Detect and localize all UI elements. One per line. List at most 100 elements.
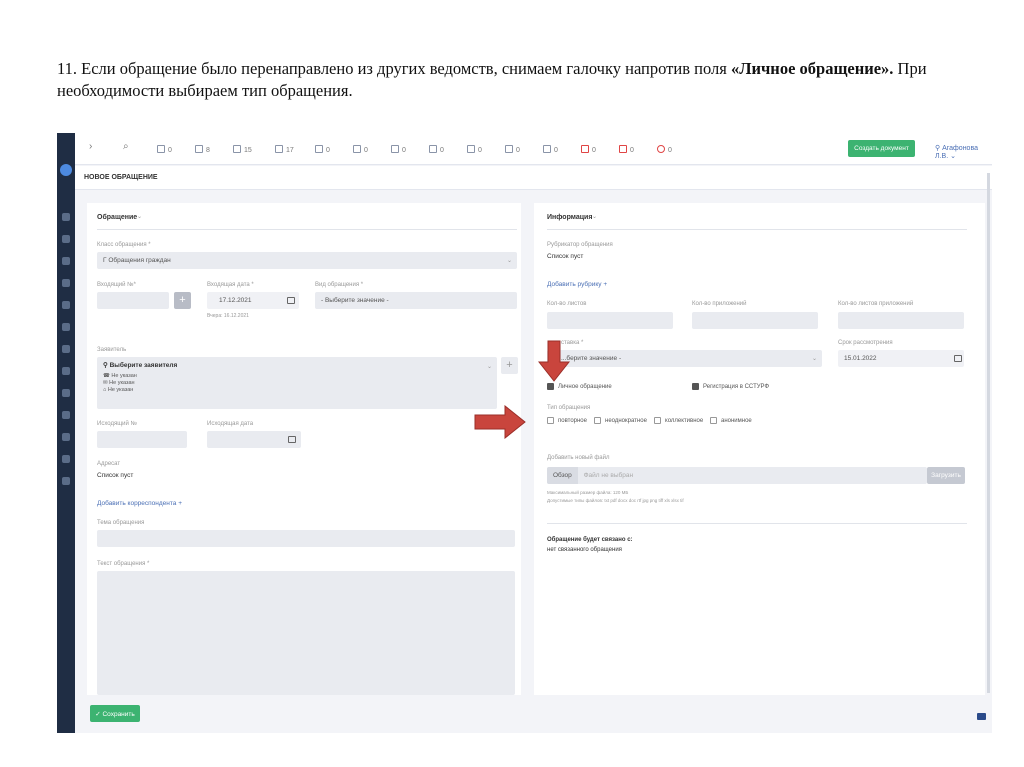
save-button[interactable]: ✓ Сохранить bbox=[90, 705, 140, 722]
upload-button[interactable]: Загрузить bbox=[927, 467, 965, 484]
toolbar-counter[interactable]: 0 bbox=[467, 145, 482, 155]
toolbar-counter[interactable]: 15 bbox=[233, 145, 252, 155]
logo-icon bbox=[60, 164, 72, 176]
outgoing-date-input[interactable] bbox=[207, 431, 301, 448]
divider bbox=[547, 229, 967, 230]
class-select[interactable]: Г Обращения граждан ⌄ bbox=[97, 252, 517, 269]
instruction-part1: 11. Если обращение было перенаправлено и… bbox=[57, 59, 731, 78]
chevron-down-icon: ⌄ bbox=[506, 258, 512, 264]
incoming-no-label: Входящий №* bbox=[97, 282, 136, 288]
toolbar-counter[interactable]: 0 bbox=[429, 145, 444, 155]
calendar-icon[interactable] bbox=[287, 297, 295, 304]
kind-checkbox[interactable] bbox=[594, 417, 601, 424]
attachments-input[interactable] bbox=[692, 312, 818, 329]
section-title[interactable]: Информация bbox=[547, 214, 592, 221]
video-icon[interactable] bbox=[977, 713, 986, 720]
sidebar-icon[interactable] bbox=[62, 367, 70, 375]
applicant-address: ⌂ Не указан bbox=[103, 387, 134, 393]
section-title[interactable]: Обращение bbox=[97, 214, 137, 221]
sidebar-icon[interactable] bbox=[62, 345, 70, 353]
toolbar-counter[interactable]: 8 bbox=[195, 145, 210, 155]
toolbar-counter[interactable]: 0 bbox=[505, 145, 520, 155]
sidebar-icon[interactable] bbox=[62, 323, 70, 331]
applicant-box[interactable]: ⚲ Выберите заявителя ☎ Не указан ✉ Не ук… bbox=[97, 357, 497, 409]
sidebar-icon[interactable] bbox=[62, 411, 70, 419]
delivery-select[interactable]: ...берите значение - ⌄ bbox=[547, 350, 822, 367]
toolbar-counter[interactable]: 0 bbox=[157, 145, 172, 155]
sheets-input[interactable] bbox=[547, 312, 673, 329]
type-select[interactable]: - Выберите значение - bbox=[315, 292, 517, 309]
chevron-down-icon: ⌄ bbox=[811, 356, 817, 362]
sidebar-icon[interactable] bbox=[62, 279, 70, 287]
sidebar-icon[interactable] bbox=[62, 213, 70, 221]
sidebar-icon[interactable] bbox=[62, 235, 70, 243]
toolbar: › ⌕ 0 8 15 17 0 0 0 0 0 0 0 0 0 0 Создат… bbox=[75, 133, 992, 165]
back-icon[interactable]: › bbox=[89, 141, 92, 152]
kind-label: Тип обращения bbox=[547, 405, 591, 411]
sidebar-icon[interactable] bbox=[62, 301, 70, 309]
rubricator-value: Список пуст bbox=[547, 253, 584, 260]
kind-checkbox[interactable] bbox=[654, 417, 661, 424]
search-icon[interactable]: ⌕ bbox=[123, 141, 129, 152]
sstu-checkbox[interactable] bbox=[692, 383, 699, 390]
left-panel: Обращение ⌄ Класс обращения * Г Обращени… bbox=[87, 203, 521, 695]
text-area[interactable] bbox=[97, 571, 515, 695]
add-rubric-link[interactable]: Добавить рубрику + bbox=[547, 281, 607, 288]
applicant-email: ✉ Не указан bbox=[103, 380, 135, 386]
toolbar-counter[interactable]: 0 bbox=[581, 145, 596, 155]
edit-icon bbox=[315, 145, 323, 153]
create-document-button[interactable]: Создать документ bbox=[848, 140, 915, 157]
toolbar-counter[interactable]: 0 bbox=[391, 145, 406, 155]
outgoing-no-label: Исходящий № bbox=[97, 421, 137, 427]
file-input[interactable]: Обзор Файл не выбран bbox=[547, 467, 927, 484]
browse-button[interactable]: Обзор bbox=[547, 467, 578, 484]
kind-checkbox[interactable] bbox=[547, 417, 554, 424]
toolbar-counter[interactable]: 17 bbox=[275, 145, 294, 155]
calendar-icon[interactable] bbox=[288, 436, 296, 443]
sidebar-icon[interactable] bbox=[62, 389, 70, 397]
divider bbox=[547, 523, 967, 524]
kind-checkbox[interactable] bbox=[710, 417, 717, 424]
add-number-button[interactable]: + bbox=[174, 292, 191, 309]
scrollbar[interactable] bbox=[987, 173, 990, 693]
sidebar-icon[interactable] bbox=[62, 257, 70, 265]
toolbar-counter[interactable]: 0 bbox=[315, 145, 330, 155]
right-panel: Информация ⌄ Рубрикатор обращения Список… bbox=[534, 203, 985, 695]
chevron-down-icon[interactable]: ⌄ bbox=[137, 213, 142, 220]
copy-icon bbox=[543, 145, 551, 153]
calendar-icon[interactable] bbox=[954, 355, 962, 362]
personal-checkbox[interactable] bbox=[547, 383, 554, 390]
topic-input[interactable] bbox=[97, 530, 515, 547]
attachment-sheets-input[interactable] bbox=[838, 312, 964, 329]
sidebar-icon[interactable] bbox=[62, 433, 70, 441]
building-icon bbox=[233, 145, 241, 153]
instruction-text: 11. Если обращение было перенаправлено и… bbox=[57, 58, 977, 102]
toolbar-counter[interactable]: 0 bbox=[353, 145, 368, 155]
incoming-date-input[interactable]: 17.12.2021 bbox=[207, 292, 299, 309]
arrow-right-icon bbox=[474, 405, 526, 439]
type-label: Вид обращения * bbox=[315, 282, 364, 288]
review-date-input[interactable]: 15.01.2022 bbox=[838, 350, 964, 367]
outgoing-no-input[interactable] bbox=[97, 431, 187, 448]
page-title-bar: НОВОЕ ОБРАЩЕНИЕ bbox=[75, 166, 992, 190]
toolbar-counter[interactable]: 0 bbox=[619, 145, 634, 155]
sidebar-icon[interactable] bbox=[62, 477, 70, 485]
inbox-icon bbox=[157, 145, 165, 153]
addressee-value: Список пуст bbox=[97, 472, 134, 479]
add-correspondent-link[interactable]: Добавить корреспондента + bbox=[97, 500, 182, 507]
chevron-down-icon[interactable]: ⌄ bbox=[592, 213, 597, 220]
user-icon: ⚲ bbox=[103, 362, 110, 369]
sidebar-icon[interactable] bbox=[62, 455, 70, 463]
archive-icon bbox=[505, 145, 513, 153]
user-menu[interactable]: ⚲ Агафонова Л.В. ⌄ bbox=[935, 144, 992, 160]
applicant-label: Заявитель bbox=[97, 347, 127, 353]
incoming-no-input[interactable] bbox=[97, 292, 169, 309]
pen-icon bbox=[353, 145, 361, 153]
toolbar-counter[interactable]: 0 bbox=[543, 145, 558, 155]
toolbar-counter[interactable]: 0 bbox=[657, 145, 672, 155]
chevron-down-icon: ⌄ bbox=[486, 364, 492, 370]
applicant-select[interactable]: Выберите заявителя bbox=[110, 362, 178, 369]
add-applicant-button[interactable]: + bbox=[501, 357, 518, 374]
sidebar bbox=[57, 133, 75, 733]
class-label: Класс обращения * bbox=[97, 242, 151, 248]
